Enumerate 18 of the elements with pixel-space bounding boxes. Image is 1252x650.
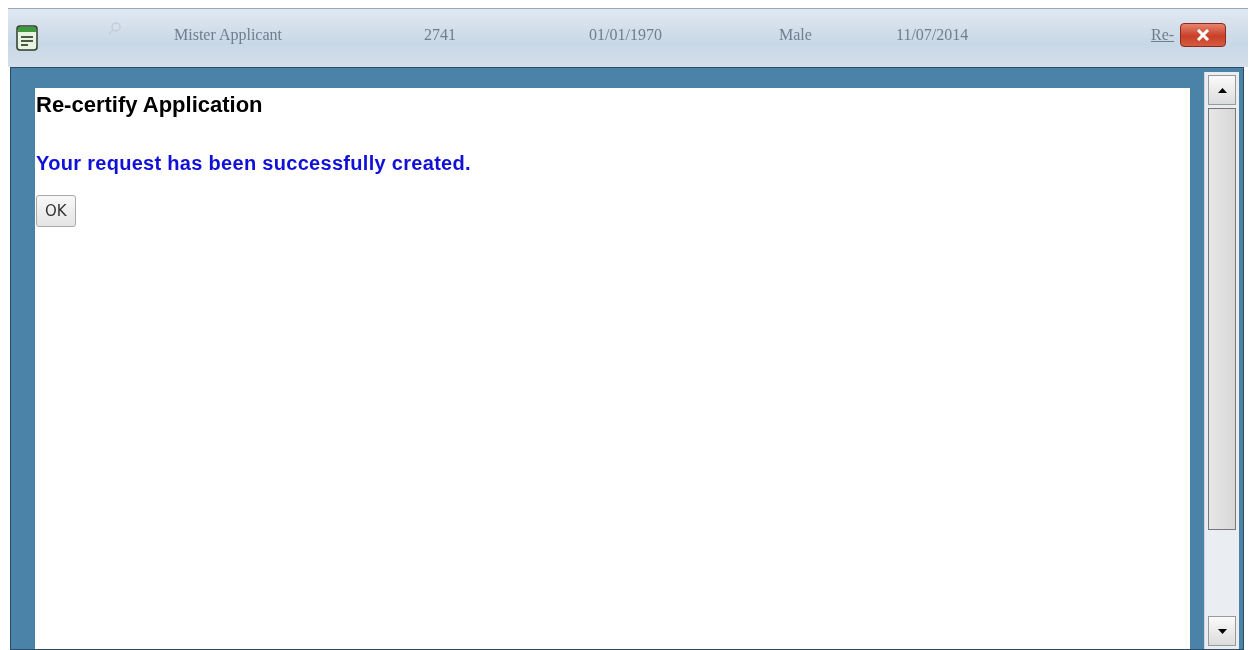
window-icon <box>16 25 38 51</box>
ok-button[interactable]: OK <box>36 195 76 227</box>
search-icon <box>108 21 122 35</box>
scrollbar[interactable] <box>1204 72 1239 649</box>
background-cell-text: 2741 <box>424 26 457 44</box>
close-button[interactable] <box>1180 23 1226 47</box>
background-cell-text: 01/01/1970 <box>589 26 663 44</box>
down-arrow-icon <box>1217 628 1227 634</box>
success-message: Your request has been successfully created. <box>36 152 472 175</box>
up-arrow-icon <box>1217 87 1227 93</box>
scroll-up-button[interactable] <box>1208 75 1236 105</box>
background-cell-text: 11/07/2014 <box>896 26 970 44</box>
dialog-title: Re-certify Application <box>36 92 264 118</box>
background-cell-text: Mister Applicant <box>174 26 283 44</box>
scroll-thumb[interactable] <box>1208 108 1236 530</box>
background-cell-text: Male <box>779 26 813 44</box>
scroll-down-button[interactable] <box>1208 616 1236 646</box>
close-icon <box>1196 29 1210 41</box>
